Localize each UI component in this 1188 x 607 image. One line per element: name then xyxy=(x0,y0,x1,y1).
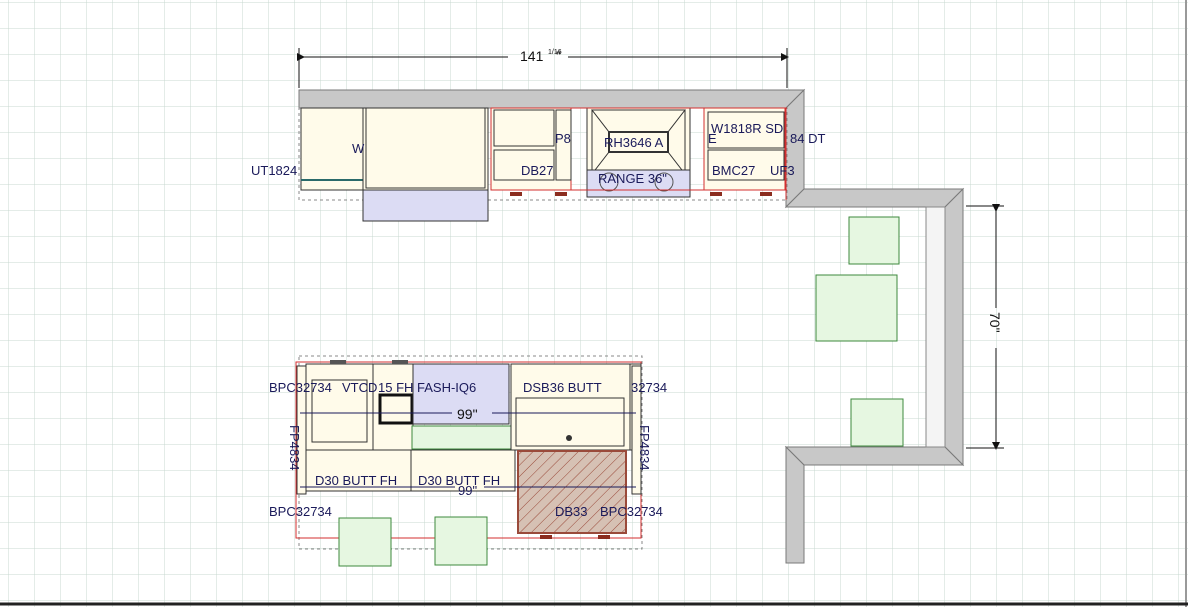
label-bpc32734-top-right: 32734 xyxy=(631,380,667,395)
label-fp4834-right: FP4834 xyxy=(637,425,652,471)
right-wall xyxy=(944,187,964,467)
kitchen-floor-plan: 141 1/16 " 70" UT1824 W P8 RH3646 A W181… xyxy=(0,0,1188,607)
label-island-dimension: 99" xyxy=(457,406,478,422)
bottom-connector-wall xyxy=(784,446,965,466)
top-dimension-value: 141 xyxy=(520,48,544,64)
bottom-right-wall xyxy=(785,445,805,564)
label-fh-fash: 15 FH FASH-IQ6 xyxy=(378,380,476,395)
stool[interactable] xyxy=(338,517,392,567)
label-range: RANGE 36" xyxy=(598,171,667,186)
right-connector-wall xyxy=(784,188,965,208)
label-dsb36: DSB36 BUTT xyxy=(523,380,602,395)
top-wall xyxy=(298,89,806,109)
right-dimension-value: 70" xyxy=(987,312,1003,333)
stool[interactable] xyxy=(850,398,904,447)
corner-wall xyxy=(785,88,805,209)
stool[interactable] xyxy=(848,216,900,265)
top-dimension-unit: " xyxy=(556,48,561,64)
label-uf3: UF3 xyxy=(770,163,795,178)
label-e: E xyxy=(708,131,717,146)
label-bpc32734-bottom-left: BPC32734 xyxy=(269,504,332,519)
label-db33: DB33 xyxy=(555,504,588,519)
stool[interactable] xyxy=(815,274,898,342)
label-island-overlap-dimension: 99" xyxy=(458,483,477,498)
label-84-dt: 84 DT xyxy=(790,131,825,146)
label-db27: DB27 xyxy=(521,163,554,178)
label-ut1824: UT1824 xyxy=(251,163,297,178)
label-w1818r-sd: W1818R SD xyxy=(711,121,783,136)
appliance-refrigerator-door[interactable] xyxy=(362,189,489,222)
label-bpc32734-bottom-right: BPC32734 xyxy=(600,504,663,519)
label-vtcd: VTCD xyxy=(342,380,377,395)
label-bmc27: BMC27 xyxy=(712,163,755,178)
label-fp4834-left: FP4834 xyxy=(287,425,302,471)
label-d30-left: D30 BUTT FH xyxy=(315,473,397,488)
label-w: W xyxy=(352,141,365,156)
label-rh3646a: RH3646 A xyxy=(604,135,664,150)
window-sill xyxy=(925,206,946,448)
label-bpc32734-top-left: BPC32734 xyxy=(269,380,332,395)
cabinet-bpc32734-upper-left[interactable] xyxy=(305,363,374,451)
label-p8: P8 xyxy=(555,131,571,146)
counter-green xyxy=(411,425,519,450)
cabinet-w[interactable] xyxy=(362,107,489,191)
faucet xyxy=(566,435,572,441)
stool[interactable] xyxy=(434,516,488,566)
